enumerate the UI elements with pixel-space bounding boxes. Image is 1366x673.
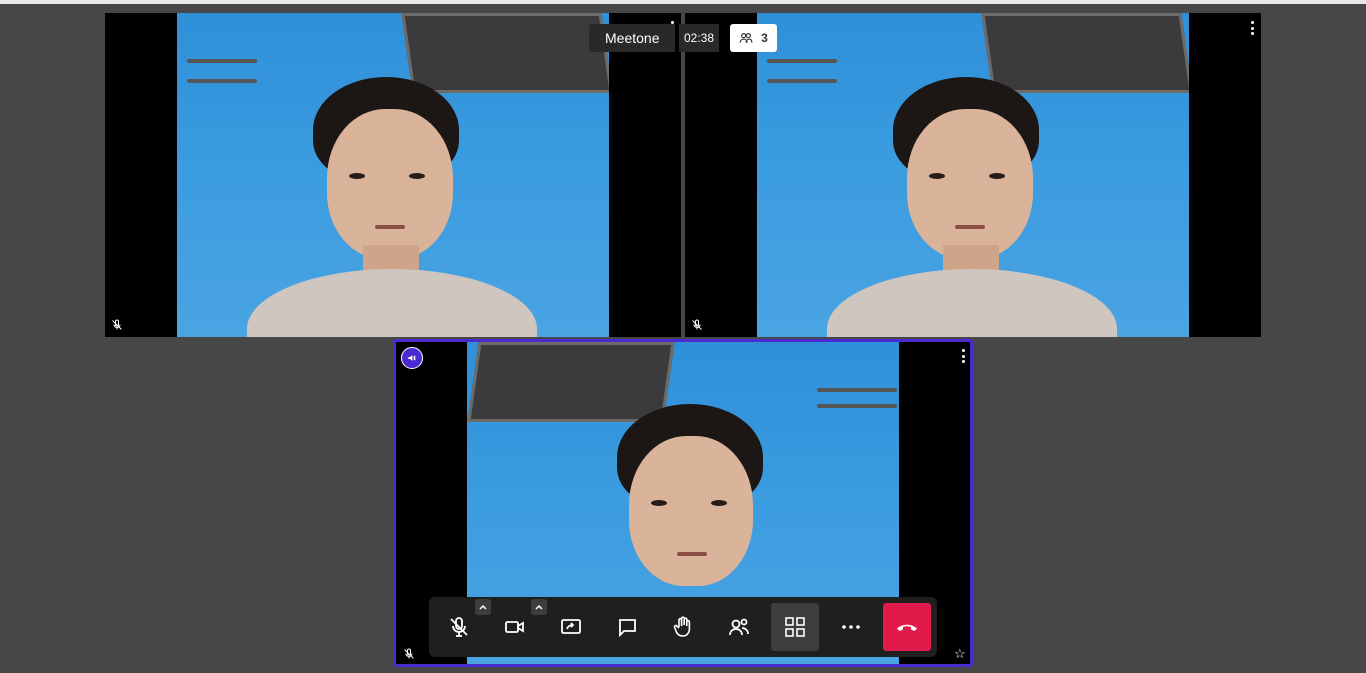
more-actions-button[interactable] xyxy=(827,603,875,651)
participant-video xyxy=(757,13,1189,337)
chat-button[interactable] xyxy=(603,603,651,651)
call-toolbar xyxy=(429,597,937,657)
mic-muted-icon xyxy=(404,648,414,659)
camera-button[interactable] xyxy=(491,599,547,651)
raise-hand-icon xyxy=(673,616,691,637)
meeting-name: Meetone xyxy=(589,24,676,52)
participants-icon xyxy=(729,618,749,636)
participants-icon xyxy=(739,33,753,43)
participants-count-button[interactable]: 3 xyxy=(730,24,777,52)
participants-button[interactable] xyxy=(715,603,763,651)
hangup-icon xyxy=(897,624,917,631)
camera-icon xyxy=(505,621,524,633)
browser-top-edge xyxy=(0,0,1366,4)
leave-call-button[interactable] xyxy=(883,603,931,651)
participants-count: 3 xyxy=(761,31,768,45)
meeting-timer: 02:38 xyxy=(679,24,720,52)
tile-menu-icon[interactable] xyxy=(958,349,968,363)
video-tile-remote-1[interactable] xyxy=(105,13,681,337)
share-screen-icon xyxy=(561,619,581,634)
more-dots-icon xyxy=(842,625,860,629)
participant-video xyxy=(177,13,609,337)
tile-view-icon xyxy=(785,617,805,637)
video-tile-remote-2[interactable] xyxy=(685,13,1261,337)
mic-muted-icon xyxy=(112,319,122,330)
share-screen-button[interactable] xyxy=(547,603,595,651)
video-settings-chevron[interactable] xyxy=(531,599,547,615)
microphone-button[interactable] xyxy=(435,599,491,651)
chat-icon xyxy=(619,619,636,638)
mic-muted-icon xyxy=(692,319,702,330)
tile-view-button[interactable] xyxy=(771,603,819,651)
tile-menu-icon[interactable] xyxy=(1247,21,1257,35)
pin-star-icon[interactable]: ☆ xyxy=(954,647,966,660)
raise-hand-button[interactable] xyxy=(659,603,707,651)
moderator-icon xyxy=(401,347,423,369)
audio-settings-chevron[interactable] xyxy=(475,599,491,615)
mic-off-icon xyxy=(450,617,468,637)
